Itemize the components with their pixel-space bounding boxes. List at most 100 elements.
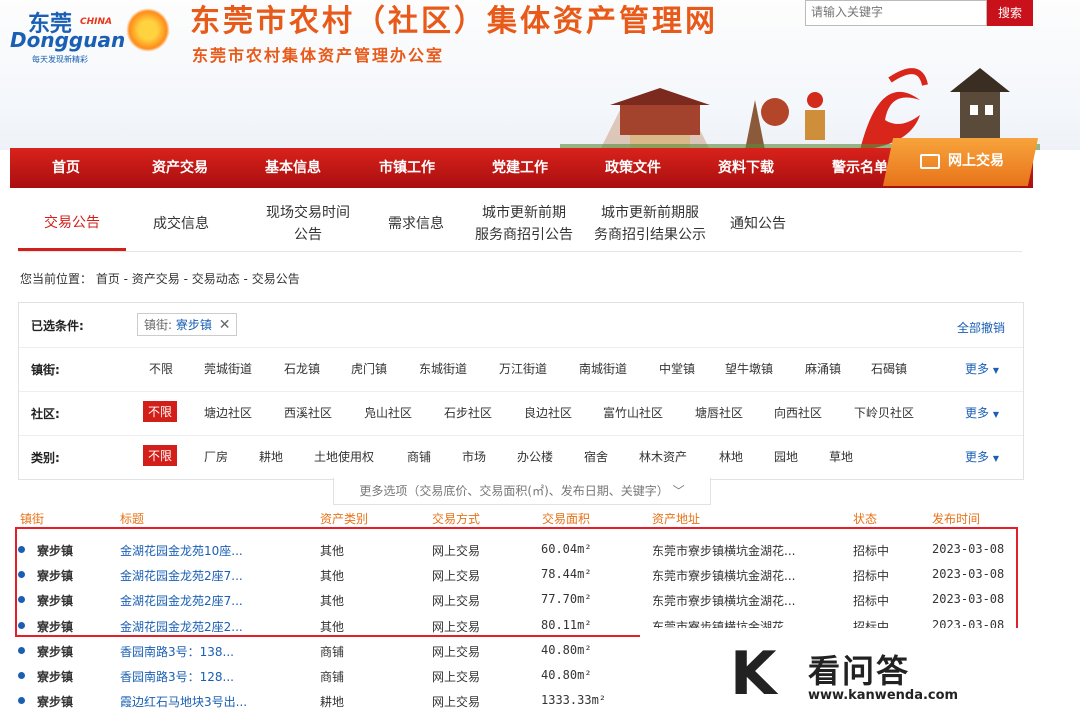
- community-option[interactable]: 富竹山社区: [603, 404, 663, 421]
- category-option[interactable]: 商铺: [407, 448, 431, 465]
- tab-trade-notice[interactable]: 交易公告: [18, 197, 126, 251]
- category-option[interactable]: 草地: [829, 448, 853, 465]
- community-label: 社区:: [31, 407, 60, 421]
- more-label: 更多: [965, 362, 990, 376]
- town-option[interactable]: 不限: [149, 360, 173, 377]
- town-option[interactable]: 莞城街道: [204, 360, 252, 377]
- cell-title-link[interactable]: 香园南路3号：138...: [120, 643, 234, 660]
- category-option[interactable]: 土地使用权: [314, 448, 374, 465]
- nav-policy-docs[interactable]: 政策文件: [583, 148, 683, 188]
- tab-label: 交易公告: [44, 214, 100, 231]
- more-label: 更多: [965, 406, 990, 420]
- tab-deal-info[interactable]: 成交信息: [128, 197, 234, 251]
- community-option[interactable]: 凫山社区: [364, 404, 412, 421]
- community-option[interactable]: 石步社区: [444, 404, 492, 421]
- nav-home[interactable]: 首页: [16, 148, 116, 188]
- town-option[interactable]: 东城街道: [419, 360, 467, 377]
- community-option-selected[interactable]: 不限: [143, 401, 178, 422]
- nav-downloads[interactable]: 资料下载: [696, 148, 796, 188]
- community-option[interactable]: 下岭贝社区: [854, 404, 914, 421]
- tab-notices[interactable]: 通知公告: [718, 197, 798, 251]
- watermark-k-logo-icon: K: [730, 639, 777, 709]
- clear-all-link[interactable]: 全部撤销: [957, 319, 1005, 336]
- bullet-icon: [18, 672, 25, 679]
- nav-party-work[interactable]: 党建工作: [470, 148, 570, 188]
- tag-value: 寮步镇: [175, 318, 212, 332]
- tab-renewal-result[interactable]: 城市更新前期服 务商招引结果公示: [592, 197, 708, 251]
- tab-label: 现场交易时间 公告: [266, 205, 350, 243]
- online-trade-label[interactable]: 网上交易: [920, 150, 1004, 170]
- cell-title-link[interactable]: 香园南路3号：128...: [120, 668, 234, 685]
- town-option[interactable]: 望牛墩镇: [725, 360, 773, 377]
- tab-label: 需求信息: [388, 216, 444, 232]
- annotation-highlight-box: [15, 527, 1018, 637]
- cell-town: 寮步镇: [37, 670, 74, 684]
- category-more-link[interactable]: 更多 ▼: [965, 448, 999, 465]
- more-options-toggle[interactable]: 更多选项（交易底价、交易面积(㎡)、发布日期、关键字） ﹀: [333, 478, 711, 505]
- nav-basic-info[interactable]: 基本信息: [243, 148, 343, 188]
- search-button[interactable]: 搜索: [987, 0, 1033, 26]
- tab-label: 成交信息: [153, 216, 209, 232]
- community-option[interactable]: 西溪社区: [284, 404, 332, 421]
- category-option[interactable]: 耕地: [259, 448, 283, 465]
- community-more-link[interactable]: 更多 ▼: [965, 404, 999, 421]
- tab-demand-info[interactable]: 需求信息: [376, 197, 456, 251]
- cell-town: 寮步镇: [37, 695, 74, 709]
- town-option[interactable]: 万江街道: [499, 360, 547, 377]
- community-option[interactable]: 良边社区: [524, 404, 572, 421]
- category-option[interactable]: 园地: [774, 448, 798, 465]
- col-header-status: 状态: [853, 512, 878, 526]
- watermark-name: 看问答: [808, 652, 911, 690]
- tab-label: 通知公告: [730, 216, 786, 232]
- site-title: 东莞市农村（社区）集体资产管理网: [190, 4, 718, 39]
- watermark-url: www.kanwenda.com: [808, 688, 959, 703]
- cell-title-link[interactable]: 霞边红石马地块3号出...: [120, 693, 247, 710]
- tab-label: 城市更新前期 服务商招引公告: [475, 205, 573, 243]
- caret-down-icon: ▼: [992, 454, 999, 463]
- site-header: 东莞 CHINA Dongguan 每天发现新精彩 东莞市农村（社区）集体资产管…: [0, 0, 1080, 150]
- tab-label: 城市更新前期服 务商招引结果公示: [594, 205, 706, 243]
- community-option[interactable]: 向西社区: [774, 404, 822, 421]
- filter-row-community: 社区: 不限 塘边社区 西溪社区 凫山社区 石步社区 良边社区 富竹山社区 塘唇…: [19, 391, 1023, 436]
- town-option[interactable]: 虎门镇: [351, 360, 387, 377]
- town-option[interactable]: 石碣镇: [871, 360, 907, 377]
- main-nav: 首页 资产交易 基本信息 市镇工作 党建工作 政策文件 资料下载 警示名单: [10, 148, 1033, 188]
- category-option[interactable]: 办公楼: [517, 448, 553, 465]
- nav-asset-trade[interactable]: 资产交易: [130, 148, 230, 188]
- online-trade-text: 网上交易: [948, 153, 1004, 169]
- chevron-down-icon: ﹀: [672, 484, 685, 498]
- tab-onsite-time[interactable]: 现场交易时间 公告: [250, 197, 366, 251]
- close-icon[interactable]: ✕: [219, 317, 231, 333]
- col-header-town: 镇街: [20, 512, 45, 526]
- col-header-category: 资产类别: [320, 512, 369, 526]
- town-label: 镇街:: [31, 363, 60, 377]
- search-input[interactable]: [806, 1, 986, 23]
- community-option[interactable]: 塘边社区: [204, 404, 252, 421]
- logo-en-text: Dongguan: [10, 28, 126, 52]
- town-option[interactable]: 南城街道: [579, 360, 627, 377]
- community-option[interactable]: 塘唇社区: [695, 404, 743, 421]
- town-more-link[interactable]: 更多 ▼: [965, 360, 999, 377]
- town-option[interactable]: 石龙镇: [284, 360, 320, 377]
- search-field-wrapper: [805, 0, 987, 26]
- category-option[interactable]: 厂房: [204, 448, 228, 465]
- selected-label: 已选条件:: [31, 319, 84, 333]
- category-option[interactable]: 宿舍: [584, 448, 608, 465]
- tab-renewal-notice[interactable]: 城市更新前期 服务商招引公告: [464, 197, 584, 251]
- logo-china-text: CHINA: [80, 17, 112, 27]
- filter-panel: 已选条件: 镇街: 寮步镇 ✕ 全部撤销 镇街: 不限 莞城街道 石龙镇 虎门镇…: [18, 302, 1024, 480]
- category-option[interactable]: 林地: [719, 448, 743, 465]
- col-header-title: 标题: [120, 512, 145, 526]
- town-option[interactable]: 中堂镇: [659, 360, 695, 377]
- cell-method: 网上交易: [432, 695, 481, 709]
- selected-tag[interactable]: 镇街: 寮步镇 ✕: [137, 313, 238, 336]
- category-option[interactable]: 市场: [462, 448, 486, 465]
- nav-town-work[interactable]: 市镇工作: [357, 148, 457, 188]
- town-option[interactable]: 麻涌镇: [805, 360, 841, 377]
- category-option[interactable]: 林木资产: [639, 448, 687, 465]
- caret-down-icon: ▼: [992, 410, 999, 419]
- breadcrumb: 您当前位置： 首页 - 资产交易 - 交易动态 - 交易公告: [20, 272, 300, 286]
- category-option-selected[interactable]: 不限: [143, 445, 178, 466]
- dongguan-logo[interactable]: 东莞 CHINA Dongguan 每天发现新精彩: [6, 2, 176, 70]
- col-header-date: 发布时间: [932, 512, 981, 526]
